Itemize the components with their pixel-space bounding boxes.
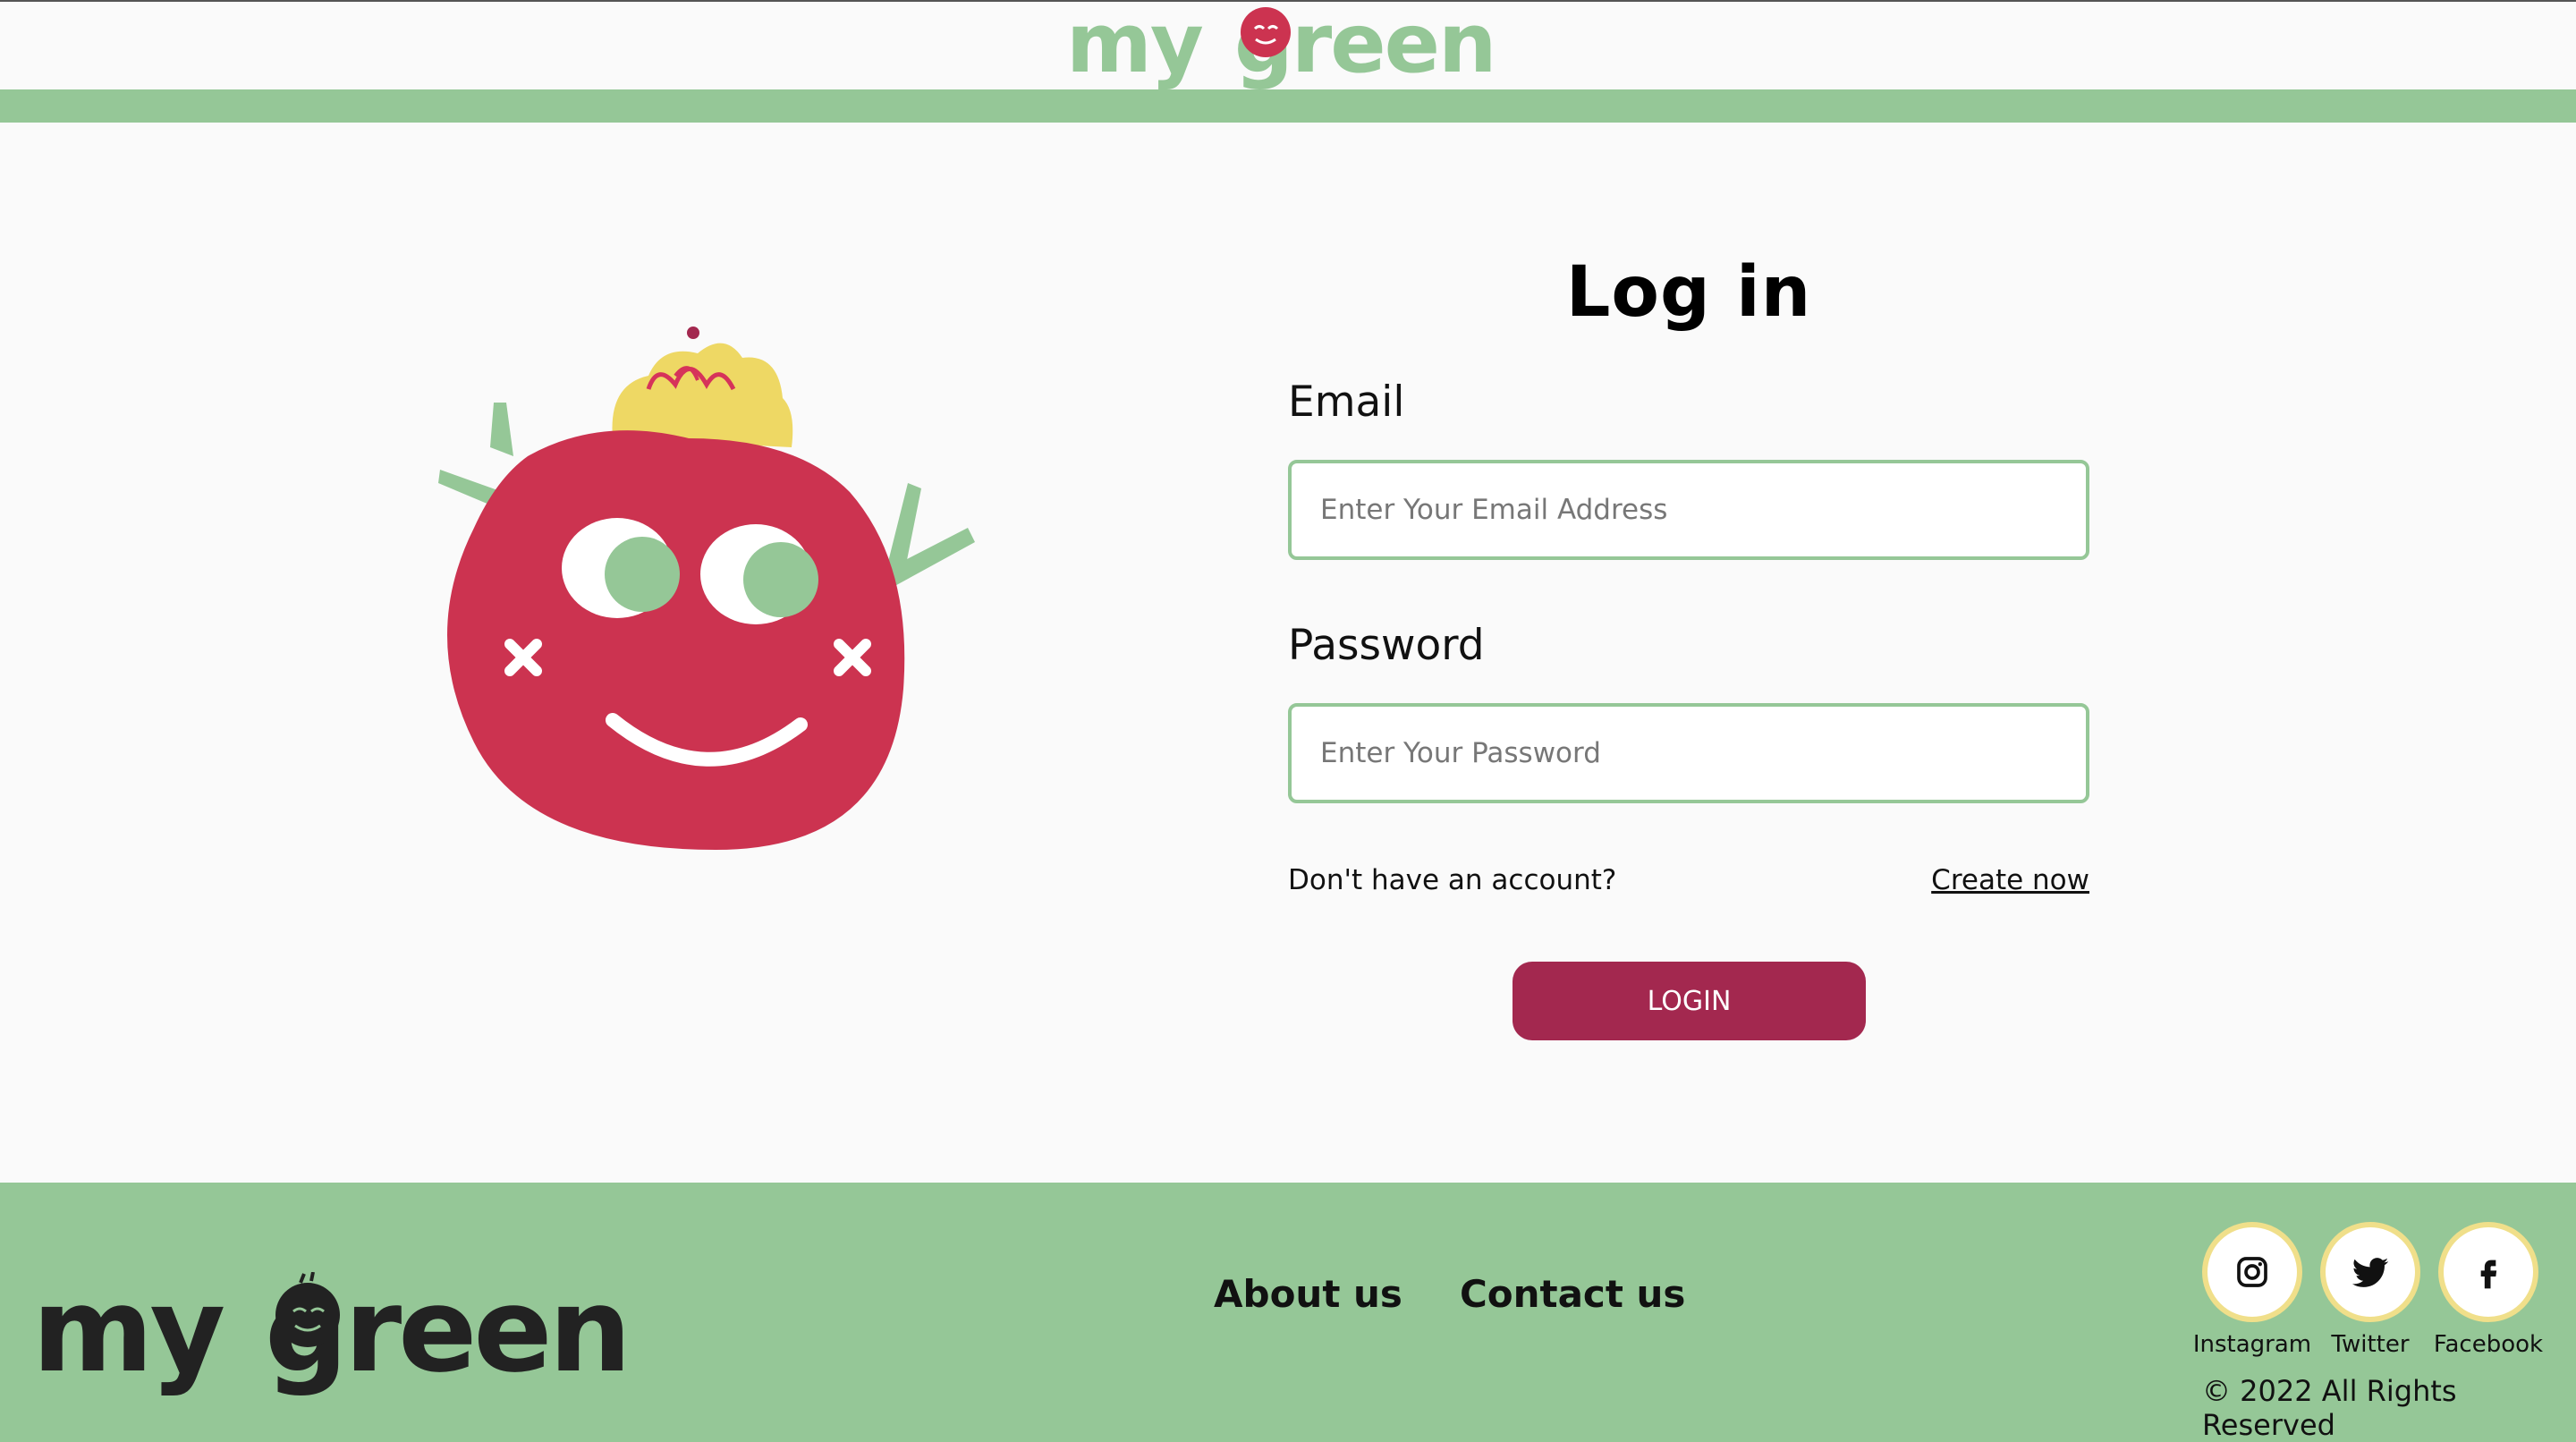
instagram-label: Instagram [2192,1331,2312,1358]
no-account-text: Don't have an account? [1288,864,1617,896]
facebook-label: Facebook [2433,1331,2544,1358]
footer-nav: About us Contact us [1214,1272,1685,1316]
about-us-link[interactable]: About us [1214,1272,1402,1316]
password-label: Password [1288,621,1485,670]
login-button[interactable]: LOGIN [1513,962,1866,1040]
site-header: my ɡreen [0,2,2576,91]
mascot-illustration [438,327,975,850]
instagram-icon[interactable] [2202,1222,2302,1322]
create-account-link[interactable]: Create now [1931,864,2089,896]
footer-logo[interactable]: my ɡreen [32,1272,658,1415]
email-input[interactable] [1288,460,2089,560]
login-title: Log in [1565,252,1812,333]
contact-us-link[interactable]: Contact us [1460,1272,1686,1316]
social-twitter: Twitter [2320,1222,2420,1358]
header-green-bar [0,89,2576,123]
email-label: Email [1288,377,1405,427]
social-facebook: Facebook [2434,1222,2543,1358]
svg-text:my: my [32,1272,224,1398]
site-footer: my ɡreen About us Contact us Instagram T… [0,1183,2576,1442]
facebook-icon[interactable] [2438,1222,2538,1322]
twitter-label: Twitter [2331,1331,2410,1358]
twitter-icon[interactable] [2320,1222,2420,1322]
password-input[interactable] [1288,703,2089,803]
copyright-text: © 2022 All Rights Reserved [2202,1374,2457,1442]
svg-text:my: my [1066,2,1203,91]
header-logo[interactable]: my ɡreen [1064,2,1512,91]
social-instagram: Instagram [2193,1222,2311,1358]
